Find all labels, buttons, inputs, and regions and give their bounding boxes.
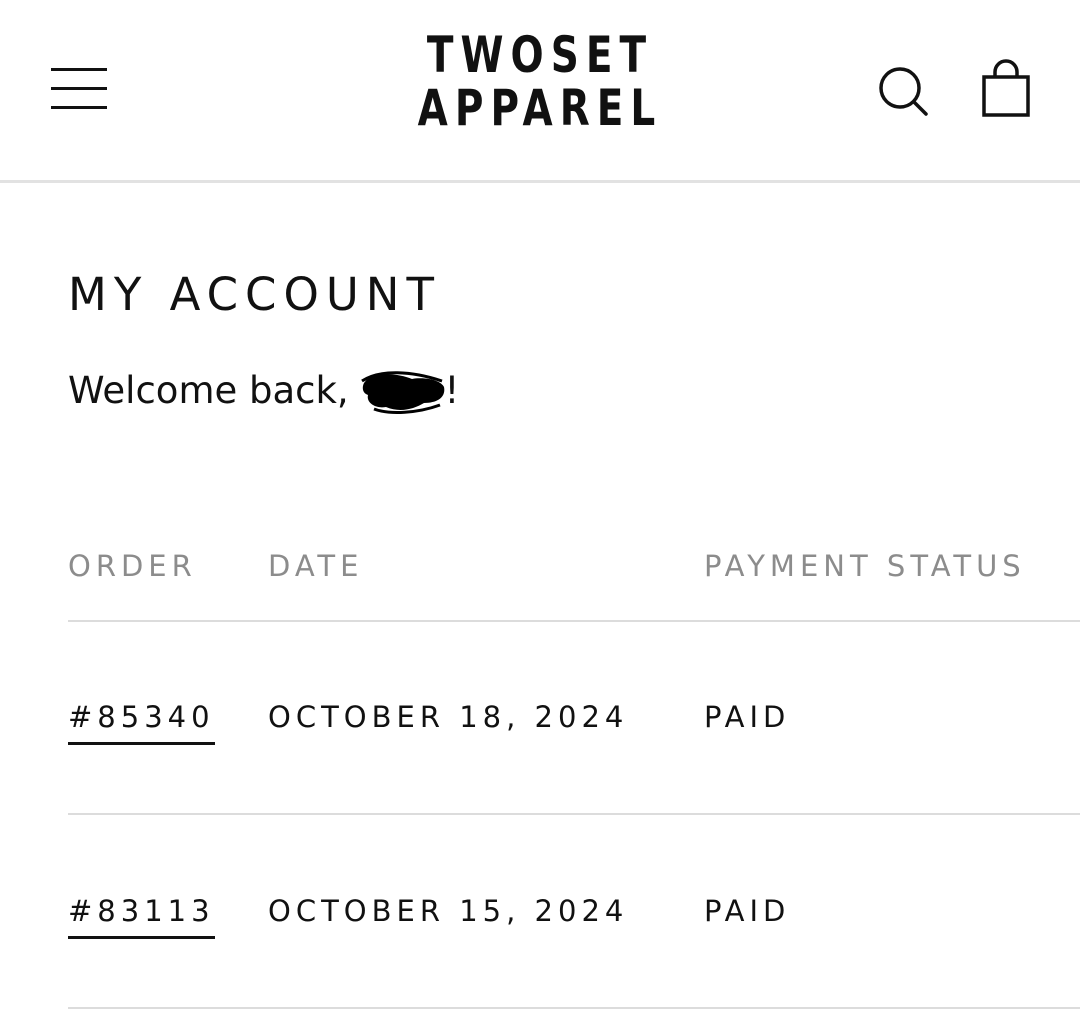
account-page: TWOSET APPAREL MY ACCOUNT Welcome back,	[0, 0, 1080, 1010]
logo-line-1: TWOSET	[426, 26, 654, 84]
shopping-bag-icon[interactable]	[980, 58, 1032, 118]
column-header-order: ORDER	[68, 549, 197, 583]
welcome-prefix: Welcome back,	[68, 369, 349, 412]
site-logo[interactable]: TWOSET APPAREL	[380, 30, 700, 133]
payment-status: PAID	[704, 700, 791, 734]
table-divider	[68, 1007, 1080, 1009]
column-header-date: DATE	[268, 549, 364, 583]
order-date: OCTOBER 15, 2024	[268, 894, 629, 928]
order-number-link[interactable]: #83113	[68, 897, 215, 939]
hamburger-menu-icon[interactable]	[51, 68, 107, 110]
search-icon[interactable]	[878, 66, 930, 118]
table-divider	[68, 620, 1080, 622]
table-divider	[68, 813, 1080, 815]
column-header-payment-status: PAYMENT STATUS	[704, 549, 1026, 583]
site-header: TWOSET APPAREL	[0, 0, 1080, 183]
payment-status: PAID	[704, 894, 791, 928]
logo-line-2: APPAREL	[417, 79, 663, 137]
redacted-name-scribble	[360, 371, 445, 414]
page-title: MY ACCOUNT	[68, 268, 441, 321]
order-date: OCTOBER 18, 2024	[268, 700, 629, 734]
welcome-message: Welcome back, !	[68, 369, 459, 414]
order-number-link[interactable]: #85340	[68, 703, 215, 745]
